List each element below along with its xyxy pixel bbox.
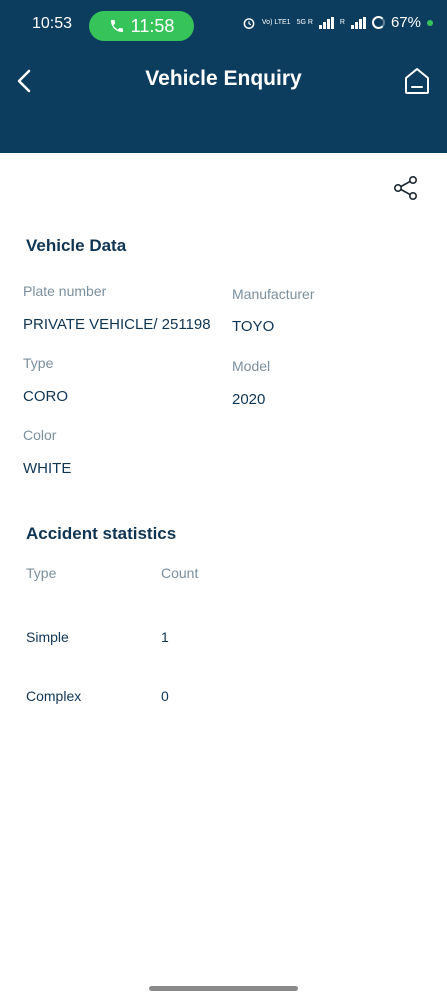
- share-button[interactable]: [393, 175, 419, 201]
- signal-bars-2-icon: [350, 16, 366, 29]
- battery-percent: 67%: [390, 14, 421, 31]
- status-time: 10:53: [32, 15, 73, 32]
- manufacturer-label: Manufacturer: [232, 286, 315, 302]
- accident-count-header: Count: [161, 565, 199, 581]
- home-icon: [405, 68, 429, 94]
- accident-type-header: Type: [26, 565, 57, 581]
- model-label: Model: [232, 358, 271, 374]
- gesture-home-indicator[interactable]: [149, 986, 298, 991]
- roaming-indicator: R: [339, 19, 345, 26]
- status-icons: Vo) LTE1 5G R R 67%: [242, 14, 433, 31]
- vehicle-data-title: Vehicle Data: [26, 236, 127, 255]
- accident-count-cell: 0: [161, 688, 169, 704]
- color-value: WHITE: [23, 460, 72, 477]
- accident-statistics-title: Accident statistics: [26, 524, 177, 543]
- app-header: 10:53 11:58 Vo) LTE1 5G R R 67% Vehicle …: [0, 0, 447, 153]
- color-label: Color: [23, 427, 57, 443]
- plate-number-value: PRIVATE VEHICLE/ 251198: [23, 316, 211, 333]
- signal-bars-icon: [318, 16, 334, 29]
- status-bar: 10:53 11:58 Vo) LTE1 5G R R 67%: [0, 0, 447, 50]
- accident-type-cell: Complex: [26, 688, 82, 704]
- alarm-icon: [243, 17, 255, 29]
- share-icon: [393, 175, 417, 200]
- model-value: 2020: [232, 391, 266, 408]
- accident-count-cell: 1: [161, 629, 169, 645]
- privacy-dot-icon: [427, 19, 433, 26]
- ongoing-call-pill[interactable]: 11:58: [89, 11, 194, 41]
- home-button[interactable]: [403, 66, 431, 96]
- manufacturer-value: TOYO: [232, 318, 275, 335]
- accident-type-cell: Simple: [26, 629, 69, 645]
- type-value: CORO: [23, 388, 68, 405]
- volte-indicator: Vo) LTE1: [261, 19, 291, 26]
- type-label: Type: [23, 355, 54, 371]
- phone-icon: [110, 20, 123, 32]
- battery-icon: [371, 16, 385, 29]
- plate-number-label: Plate number: [23, 283, 107, 299]
- network-5g-indicator: 5G R: [296, 19, 313, 26]
- call-timer: 11:58: [130, 15, 175, 36]
- page-title: Vehicle Enquiry: [145, 67, 302, 90]
